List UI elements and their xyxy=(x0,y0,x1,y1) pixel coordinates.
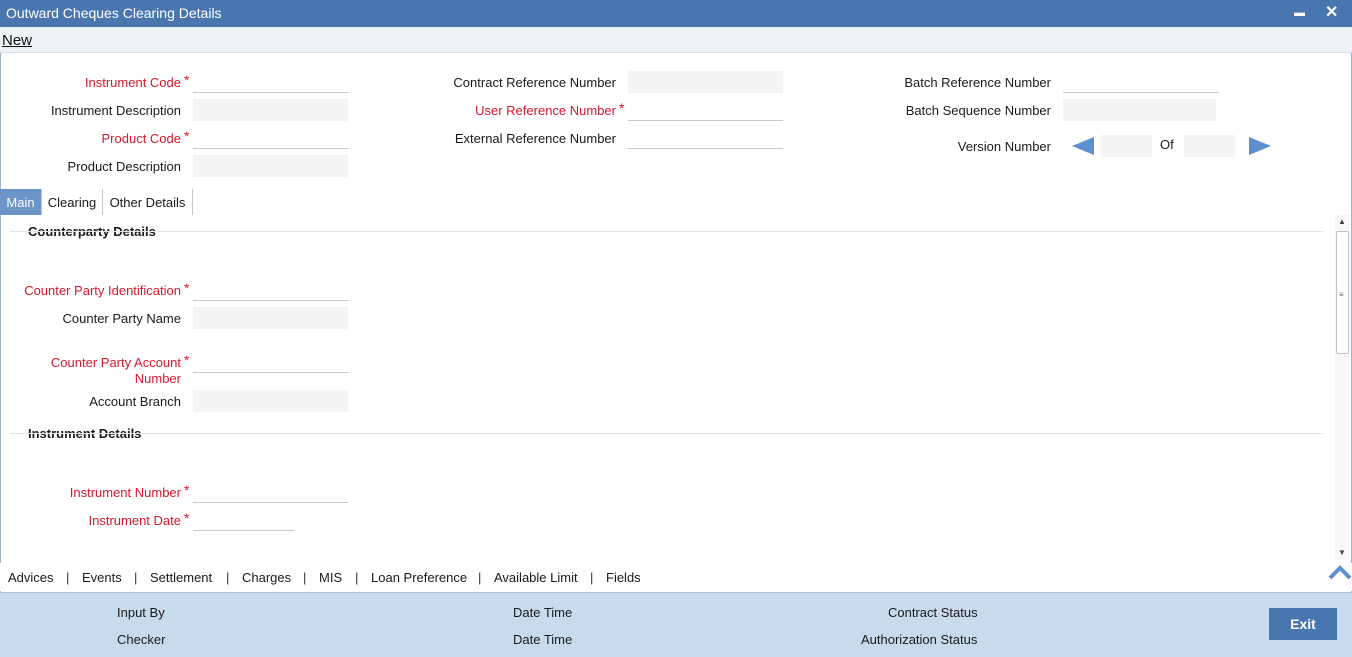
contract-reference-label: Contract Reference Number xyxy=(453,75,616,90)
external-reference-label: External Reference Number xyxy=(454,131,616,146)
audit-footer xyxy=(0,592,1352,657)
date-time-label: Date Time xyxy=(513,632,573,647)
tab-other-details[interactable]: Other Details xyxy=(103,189,193,215)
minimize-icon[interactable]: ▬ xyxy=(1294,7,1305,19)
separator: | xyxy=(66,570,70,585)
fields-link[interactable]: Fields xyxy=(606,570,641,585)
version-of-label: Of xyxy=(1160,137,1174,152)
scrollbar-grip-icon: ≡ xyxy=(1339,290,1344,299)
separator: | xyxy=(590,570,594,585)
instrument-number-input[interactable] xyxy=(193,481,348,503)
previous-version-arrow-icon[interactable] xyxy=(1072,137,1094,155)
scroll-up-arrow-icon[interactable]: ▲ xyxy=(1338,217,1346,226)
instrument-code-input[interactable] xyxy=(193,71,348,93)
mis-link[interactable]: MIS xyxy=(319,570,342,585)
counter-party-account-label-line1: Counter Party Account xyxy=(50,355,181,370)
account-branch-field xyxy=(193,390,348,412)
menu-bar: New xyxy=(0,27,1352,53)
separator: | xyxy=(226,570,230,585)
external-reference-input[interactable] xyxy=(628,127,783,149)
batch-sequence-label: Batch Sequence Number xyxy=(905,103,1051,118)
separator: | xyxy=(134,570,138,585)
version-current-field xyxy=(1101,135,1152,157)
advices-link[interactable]: Advices xyxy=(8,570,54,585)
product-description-field xyxy=(193,155,348,177)
counter-party-account-input[interactable] xyxy=(193,351,348,373)
window-title: Outward Cheques Clearing Details xyxy=(6,5,222,21)
window-title-bar: Outward Cheques Clearing Details ▬ ✕ xyxy=(0,0,1352,27)
instrument-number-label: Instrument Number xyxy=(69,485,181,500)
exit-button[interactable]: Exit xyxy=(1269,608,1337,640)
batch-reference-label: Batch Reference Number xyxy=(904,75,1051,90)
product-code-label: Product Code xyxy=(101,131,182,146)
counter-party-identification-input[interactable] xyxy=(193,279,348,301)
separator: | xyxy=(478,570,482,585)
required-marker: * xyxy=(184,72,190,88)
date-time-label: Date Time xyxy=(513,605,573,620)
required-marker: * xyxy=(184,352,190,368)
charges-link[interactable]: Charges xyxy=(242,570,291,585)
settlement-link[interactable]: Settlement xyxy=(150,570,212,585)
separator: | xyxy=(303,570,307,585)
counter-party-name-label: Counter Party Name xyxy=(62,311,182,326)
contract-status-label: Contract Status xyxy=(888,605,978,620)
close-icon[interactable]: ✕ xyxy=(1325,2,1338,22)
counter-party-identification-label: Counter Party Identification xyxy=(24,283,181,298)
section-divider xyxy=(10,231,1323,232)
loan-preference-link[interactable]: Loan Preference xyxy=(371,570,467,585)
product-code-input[interactable] xyxy=(193,127,348,149)
new-link[interactable]: New xyxy=(2,32,32,49)
scroll-down-arrow-icon[interactable]: ▼ xyxy=(1338,548,1346,557)
counter-party-name-field xyxy=(193,307,348,329)
checker-label: Checker xyxy=(117,632,166,647)
tab-clearing[interactable]: Clearing xyxy=(42,189,103,215)
version-number-label: Version Number xyxy=(957,139,1051,154)
instrument-description-label: Instrument Description xyxy=(50,103,181,118)
available-limit-link[interactable]: Available Limit xyxy=(494,570,578,585)
batch-reference-input[interactable] xyxy=(1063,71,1218,93)
separator: | xyxy=(355,570,359,585)
required-marker: * xyxy=(184,280,190,296)
instrument-code-label: Instrument Code xyxy=(84,75,181,90)
counter-party-account-label-line2: Number xyxy=(134,371,181,386)
required-marker: * xyxy=(184,510,190,526)
product-description-label: Product Description xyxy=(67,159,181,174)
required-marker: * xyxy=(184,128,190,144)
events-link[interactable]: Events xyxy=(82,570,122,585)
user-reference-label: User Reference Number xyxy=(475,103,616,118)
section-divider xyxy=(10,433,1323,434)
authorization-status-label: Authorization Status xyxy=(861,632,978,647)
tab-main[interactable]: Main xyxy=(0,189,42,215)
input-by-label: Input By xyxy=(117,605,165,620)
next-version-arrow-icon[interactable] xyxy=(1249,137,1271,155)
account-branch-label: Account Branch xyxy=(89,394,181,409)
required-marker: * xyxy=(619,100,625,116)
action-bar: Advices | Events | Settlement | Charges … xyxy=(0,563,1352,591)
instrument-description-field xyxy=(193,99,348,121)
required-marker: * xyxy=(184,482,190,498)
user-reference-input[interactable] xyxy=(628,99,783,121)
contract-reference-field xyxy=(628,71,783,93)
instrument-date-input[interactable] xyxy=(193,509,294,531)
version-total-field xyxy=(1184,135,1235,157)
batch-sequence-field xyxy=(1063,99,1216,121)
instrument-date-label: Instrument Date xyxy=(88,513,182,528)
chevron-up-icon[interactable] xyxy=(1328,564,1352,580)
